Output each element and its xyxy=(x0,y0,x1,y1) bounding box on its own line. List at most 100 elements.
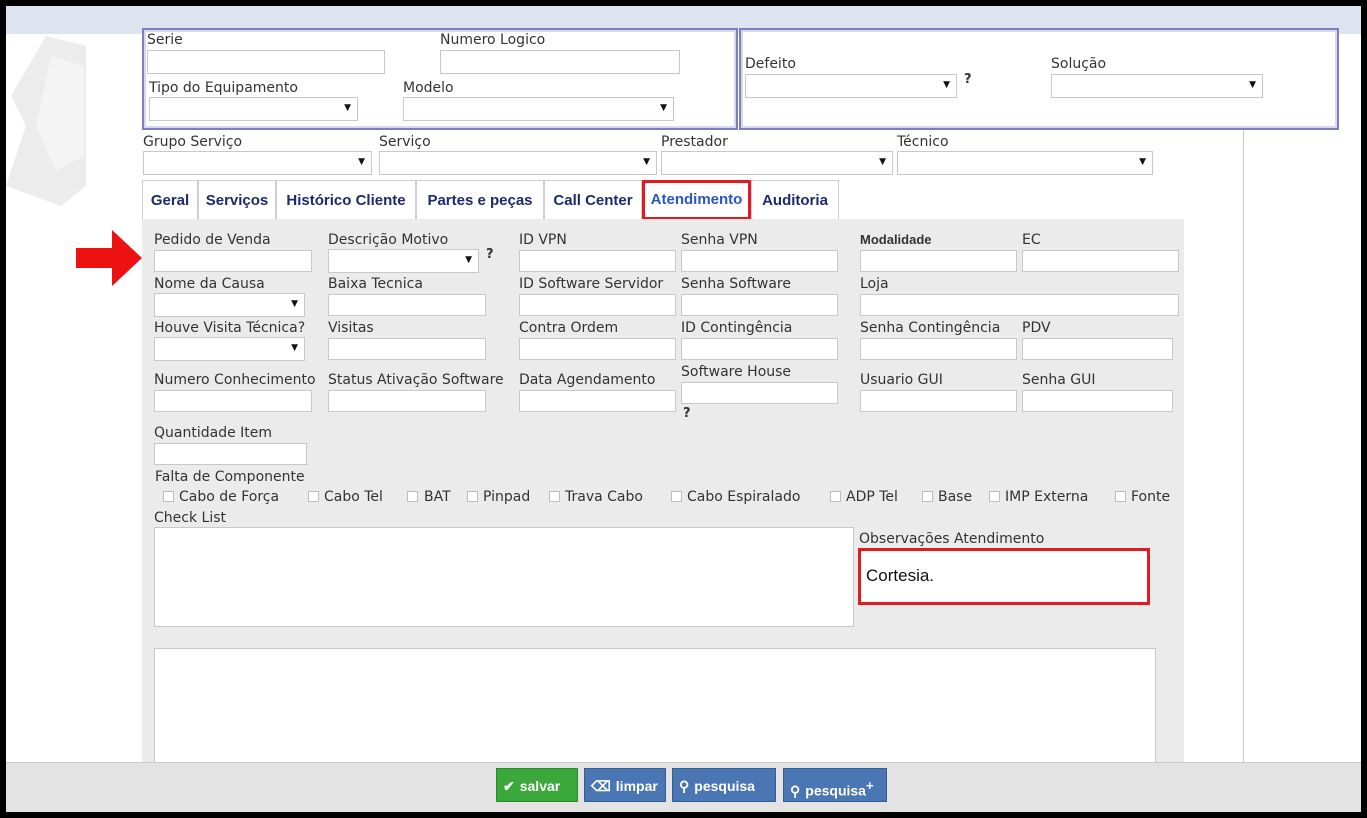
senha-vpn-input[interactable] xyxy=(681,250,838,272)
tab-auditoria[interactable]: Auditoria xyxy=(751,180,839,220)
imp-externa-label: IMP Externa xyxy=(1005,489,1089,505)
chevron-down-icon: ▼ xyxy=(291,299,298,309)
cabo-forca-label: Cabo de Força xyxy=(179,489,280,505)
status-ativacao-input[interactable] xyxy=(328,390,486,412)
layout-divider xyxy=(1243,34,1244,774)
usuario-gui-input[interactable] xyxy=(860,390,1017,412)
usuario-gui-label: Usuario GUI xyxy=(860,372,943,388)
limpar-label: limpar xyxy=(615,778,658,794)
chevron-down-icon: ▼ xyxy=(943,80,950,90)
chevron-down-icon: ▼ xyxy=(660,103,667,113)
pedido-venda-input[interactable] xyxy=(154,250,312,272)
observacoes-textarea[interactable]: Cortesia. xyxy=(858,548,1150,605)
salvar-button[interactable]: ✔ salvar xyxy=(496,768,578,802)
ec-input[interactable] xyxy=(1022,250,1179,272)
nome-causa-label: Nome da Causa xyxy=(154,276,265,292)
plus-icon: + xyxy=(865,778,874,793)
contra-ordem-input[interactable] xyxy=(519,338,676,360)
descricao-motivo-help-icon[interactable]: ? xyxy=(486,247,494,262)
cabo-tel-checkbox[interactable] xyxy=(308,491,319,502)
imp-externa-checkbox[interactable] xyxy=(989,491,1000,502)
ec-label: EC xyxy=(1022,232,1041,248)
data-agendamento-input[interactable] xyxy=(519,390,676,412)
id-contingencia-input[interactable] xyxy=(681,338,838,360)
cabo-espiralado-label: Cabo Espiralado xyxy=(687,489,801,505)
visitas-input[interactable] xyxy=(328,338,486,360)
cabo-espiralado-checkbox[interactable] xyxy=(671,491,682,502)
chevron-down-icon: ▼ xyxy=(879,157,886,167)
notes-textarea[interactable] xyxy=(154,648,1156,778)
tab-historico-cliente[interactable]: Histórico Cliente xyxy=(276,180,416,220)
id-software-servidor-input[interactable] xyxy=(519,294,676,316)
cabo-forca-checkbox[interactable] xyxy=(163,491,174,502)
fonte-label: Fonte xyxy=(1131,489,1171,505)
numero-conhecimento-label: Numero Conhecimento xyxy=(154,372,316,388)
pinpad-checkbox[interactable] xyxy=(467,491,478,502)
contra-ordem-label: Contra Ordem xyxy=(519,320,619,336)
houve-visita-label: Houve Visita Técnica? xyxy=(154,320,306,336)
tipo-equipamento-select[interactable]: ▼ xyxy=(149,97,358,121)
defeito-select[interactable]: ▼ xyxy=(745,74,957,98)
modelo-select[interactable]: ▼ xyxy=(403,97,674,121)
descricao-motivo-label: Descrição Motivo xyxy=(328,232,449,248)
pdv-input[interactable] xyxy=(1022,338,1173,360)
senha-vpn-label: Senha VPN xyxy=(681,232,758,248)
grupo-servico-select[interactable]: ▼ xyxy=(143,151,372,175)
tecnico-select[interactable]: ▼ xyxy=(897,151,1153,175)
senha-contingencia-input[interactable] xyxy=(860,338,1017,360)
trava-cabo-label: Trava Cabo xyxy=(565,489,643,505)
check-list-textarea[interactable] xyxy=(154,527,854,627)
quantidade-item-input[interactable] xyxy=(154,443,307,465)
servico-select[interactable]: ▼ xyxy=(379,151,657,175)
loja-input[interactable] xyxy=(860,294,1179,316)
solucao-select[interactable]: ▼ xyxy=(1051,74,1263,98)
tecnico-label: Técnico xyxy=(897,134,949,150)
numero-logico-label: Numero Logico xyxy=(440,32,546,48)
houve-visita-select[interactable]: ▼ xyxy=(154,337,305,361)
prestador-select[interactable]: ▼ xyxy=(661,151,893,175)
search-plus-icon: ⚲ xyxy=(790,782,801,799)
id-contingencia-label: ID Contingência xyxy=(681,320,793,336)
senha-software-input[interactable] xyxy=(681,294,838,316)
id-vpn-label: ID VPN xyxy=(519,232,567,248)
salvar-label: salvar xyxy=(519,778,561,794)
tab-geral[interactable]: Geral xyxy=(142,180,198,220)
pesquisa-button[interactable]: ⚲ pesquisa xyxy=(672,768,776,802)
status-ativacao-label: Status Ativação Software xyxy=(328,372,504,388)
pesquisa-plus-label: pesquisa xyxy=(805,782,866,799)
numero-conhecimento-input[interactable] xyxy=(154,390,312,412)
quantidade-item-label: Quantidade Item xyxy=(154,425,273,441)
numero-logico-input[interactable] xyxy=(440,50,680,74)
tipo-equipamento-label: Tipo do Equipamento xyxy=(149,80,298,96)
tab-call-center[interactable]: Call Center xyxy=(544,180,642,220)
tab-atendimento[interactable]: Atendimento xyxy=(642,180,751,220)
defeito-help-icon[interactable]: ? xyxy=(964,72,972,87)
modalidade-input[interactable] xyxy=(860,250,1017,272)
limpar-button[interactable]: ⌫ limpar xyxy=(584,768,666,802)
senha-software-label: Senha Software xyxy=(681,276,791,292)
bat-checkbox[interactable] xyxy=(407,491,418,502)
base-checkbox[interactable] xyxy=(922,491,933,502)
application-window: Serie Numero Logico Tipo do Equipamento … xyxy=(6,6,1361,812)
prestador-label: Prestador xyxy=(661,134,728,150)
grupo-servico-label: Grupo Serviço xyxy=(143,134,243,150)
pdv-label: PDV xyxy=(1022,320,1051,336)
id-vpn-input[interactable] xyxy=(519,250,676,272)
software-house-help-icon[interactable]: ? xyxy=(683,406,691,421)
nome-causa-select[interactable]: ▼ xyxy=(154,293,305,317)
chevron-down-icon: ▼ xyxy=(1249,80,1256,90)
trava-cabo-checkbox[interactable] xyxy=(549,491,560,502)
software-house-input[interactable] xyxy=(681,382,838,404)
tab-servicos[interactable]: Serviços xyxy=(198,180,276,220)
pesquisa-plus-button[interactable]: ⚲ pesquisa+ xyxy=(783,768,887,802)
observacoes-label: Observações Atendimento xyxy=(859,531,1045,547)
baixa-tecnica-input[interactable] xyxy=(328,294,486,316)
chevron-down-icon: ▼ xyxy=(358,157,365,167)
chevron-down-icon: ▼ xyxy=(344,103,351,113)
descricao-motivo-select[interactable]: ▼ xyxy=(328,249,479,273)
serie-input[interactable] xyxy=(147,50,385,74)
fonte-checkbox[interactable] xyxy=(1115,491,1126,502)
adp-tel-checkbox[interactable] xyxy=(830,491,841,502)
senha-gui-input[interactable] xyxy=(1022,390,1173,412)
tab-partes-pecas[interactable]: Partes e peças xyxy=(416,180,544,220)
